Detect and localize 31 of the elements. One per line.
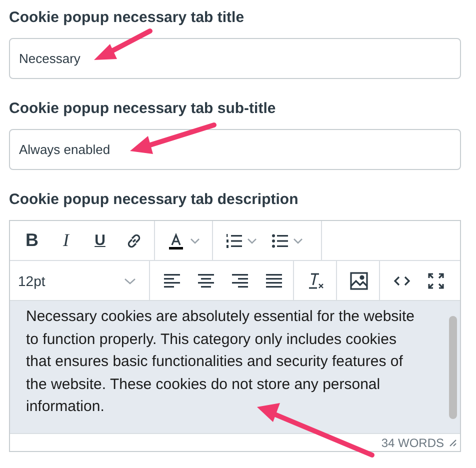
field-label: Cookie popup necessary tab title (9, 8, 246, 28)
word-count: 34 WORDS (381, 436, 444, 450)
code-icon (392, 274, 412, 288)
text-color-icon (166, 230, 186, 250)
chevron-down-icon (247, 236, 257, 244)
format-button[interactable]: B (16, 226, 48, 256)
field-label: Cookie popup necessary tab sub-title (9, 99, 277, 119)
input-field[interactable]: Always enabled (9, 129, 461, 170)
image-icon (349, 270, 369, 290)
resize-handle-icon (448, 438, 457, 447)
link-icon (125, 232, 143, 250)
editor-content-area[interactable] (10, 301, 460, 434)
format-button[interactable]: U (84, 226, 116, 256)
chevron-down-icon (293, 236, 303, 244)
chevron-down-icon (190, 236, 200, 244)
align-left-icon (163, 272, 181, 288)
input-field[interactable]: Necessary (9, 38, 461, 79)
field-label: Cookie popup necessary tab description (9, 190, 300, 210)
fullscreen-icon (427, 272, 445, 290)
format-button[interactable]: I (50, 226, 82, 256)
description-text: Necessary cookies are absolutely essential for the website to function properly. This category only includes cookies that ensures basic functionalities and security features of the website. These cookies do not store any personal information. (26, 307, 416, 417)
align-center-icon (197, 272, 215, 288)
arrow (94, 28, 152, 60)
font-size-dropdown[interactable]: 12pt (16, 266, 142, 296)
bullet-list-icon (271, 232, 289, 250)
chevron-down-icon (124, 276, 136, 284)
numbered-list-icon (225, 232, 243, 250)
clear-formatting-icon (306, 272, 326, 290)
align-justify-icon (265, 272, 283, 288)
align-right-icon (231, 272, 249, 288)
scrollbar[interactable] (449, 316, 457, 419)
